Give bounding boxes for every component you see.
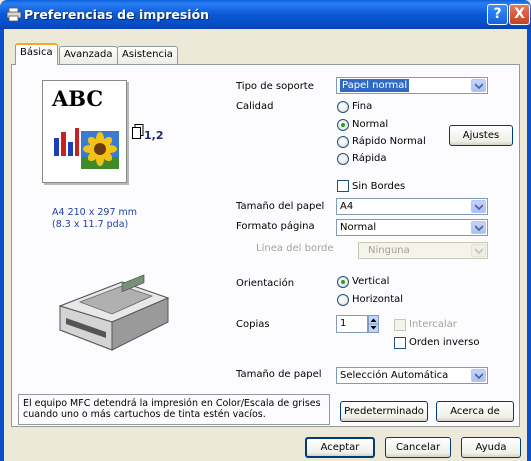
mfc-printer-icon <box>52 272 174 357</box>
quality-radio-normal[interactable] <box>337 119 349 131</box>
preview-sample-text: ABC <box>52 86 104 111</box>
paper-size-select[interactable]: A4 <box>336 198 488 215</box>
orientation-radio-vertical[interactable] <box>337 276 349 288</box>
sunflower-image-icon <box>81 131 119 172</box>
dropdown-arrow-icon <box>471 244 486 257</box>
quality-radio-rapida[interactable] <box>337 153 349 165</box>
info-message-line1: El equipo MFC detendrá la impresión en C… <box>23 398 321 409</box>
border-line-select[interactable]: Ninguna <box>358 242 488 259</box>
border-line-label: Línea del borde <box>256 243 334 254</box>
media-type-value: Papel normal <box>340 79 410 92</box>
copies-preview-label: 1,2 <box>144 129 164 142</box>
cancel-button[interactable]: Cancelar <box>385 437 451 458</box>
paper-size-preview: A4 210 x 297 mm (8.3 x 11.7 pda) <box>52 207 137 231</box>
dropdown-arrow-icon <box>471 200 486 213</box>
media-type-label: Tipo de soporte <box>236 81 314 92</box>
orientation-radio-horizontal[interactable] <box>337 294 349 306</box>
window-frame-right <box>527 29 531 461</box>
tab-avanzada[interactable]: Avanzada <box>59 46 118 64</box>
paper-size-preview-metric: A4 210 x 297 mm <box>52 207 138 218</box>
settings-button[interactable]: Ajustes <box>449 125 513 146</box>
bar-chart-icon <box>52 120 80 161</box>
orientation-option-horizontal: Horizontal <box>352 294 404 305</box>
copies-input[interactable]: 1 <box>336 315 368 333</box>
reverse-order-label: Orden inverso <box>409 337 480 348</box>
quality-radio-fina[interactable] <box>337 101 349 113</box>
paper-size-value: A4 <box>340 201 354 212</box>
orientation-label: Orientación <box>236 278 295 289</box>
paper-size-preview-inches: (8.3 x 11.7 pda) <box>52 219 129 230</box>
copies-spinner[interactable] <box>368 315 379 333</box>
tab-basica[interactable]: Básica <box>15 43 58 65</box>
window-frame-left <box>0 29 4 461</box>
help-title-button[interactable]: ? <box>487 4 508 25</box>
quality-label: Calidad <box>236 101 274 112</box>
tab-asistencia[interactable]: Asistencia <box>117 46 178 64</box>
default-button[interactable]: Predeterminado <box>340 401 428 422</box>
orientation-option-vertical: Vertical <box>352 276 390 287</box>
collate-label: Intercalar <box>409 319 457 330</box>
quality-radio-rapido-normal[interactable] <box>337 136 349 148</box>
paper-size-label: Tamaño del papel <box>236 201 325 212</box>
page-format-label: Formato página <box>236 221 315 232</box>
help-button[interactable]: Ayuda <box>461 437 521 458</box>
media-type-select[interactable]: Papel normal <box>336 77 488 94</box>
window-title: Preferencias de impresión <box>24 7 210 22</box>
quality-option-rapida: Rápida <box>352 153 387 164</box>
info-message-line2: cuando uno o más cartuchos de tinta esté… <box>23 409 266 420</box>
separator <box>232 357 492 358</box>
page-format-select[interactable]: Normal <box>336 219 488 236</box>
info-message: El equipo MFC detendrá la impresión en C… <box>18 394 330 425</box>
page-format-value: Normal <box>340 222 377 233</box>
quality-option-normal: Normal <box>352 119 389 130</box>
borderless-checkbox[interactable] <box>337 180 349 192</box>
border-line-value: Ninguna <box>368 245 410 256</box>
paper-source-select[interactable]: Selección Automática <box>336 367 488 384</box>
paper-source-value: Selección Automática <box>340 370 449 381</box>
close-button[interactable]: X <box>509 4 530 25</box>
about-button[interactable]: Acerca de <box>436 401 514 422</box>
copies-icon <box>132 124 144 143</box>
dropdown-arrow-icon <box>471 221 486 234</box>
reverse-order-checkbox[interactable] <box>394 337 406 349</box>
copies-label: Copias <box>236 319 270 330</box>
copies-value: 1 <box>340 318 347 329</box>
borderless-label: Sin Bordes <box>352 181 406 192</box>
collate-checkbox[interactable] <box>394 319 406 331</box>
ok-button[interactable]: Aceptar <box>305 437 375 458</box>
quality-option-fina: Fina <box>352 101 373 112</box>
paper-source-label: Tamaño de papel <box>236 369 322 380</box>
dropdown-arrow-icon <box>471 369 486 382</box>
dropdown-arrow-icon <box>471 79 486 92</box>
quality-option-rapido-normal: Rápido Normal <box>352 136 426 147</box>
printer-app-icon <box>6 7 22 22</box>
separator <box>232 171 492 172</box>
